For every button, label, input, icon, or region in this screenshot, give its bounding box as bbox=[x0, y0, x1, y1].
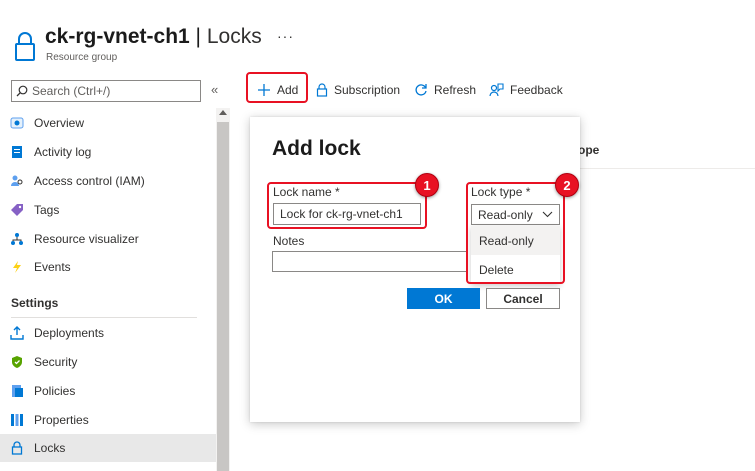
table-header-divider bbox=[578, 168, 755, 169]
visualizer-icon bbox=[10, 232, 24, 246]
sidebar-item-policies[interactable]: Policies bbox=[0, 377, 216, 405]
sidebar-item-label: Tags bbox=[34, 203, 60, 217]
title-separator: | bbox=[195, 25, 202, 48]
activity-log-icon bbox=[10, 145, 24, 159]
cancel-button[interactable]: Cancel bbox=[486, 288, 560, 309]
sidebar-item-label: Access control (IAM) bbox=[34, 174, 145, 188]
resource-lock-icon bbox=[13, 31, 37, 63]
sidebar-search-input[interactable]: Search (Ctrl+/) bbox=[11, 80, 201, 102]
plus-icon bbox=[258, 84, 270, 96]
refresh-label: Refresh bbox=[434, 83, 477, 97]
notes-input[interactable] bbox=[272, 251, 468, 272]
notes-label: Notes bbox=[273, 234, 305, 248]
add-label: Add bbox=[277, 83, 299, 97]
refresh-button[interactable]: Refresh bbox=[414, 80, 476, 100]
callout-2-badge: 2 bbox=[555, 173, 579, 197]
more-options-button[interactable]: ··· bbox=[277, 28, 294, 44]
sidebar-item-events[interactable]: Events bbox=[0, 253, 216, 281]
blade-name: Locks bbox=[206, 25, 262, 48]
feedback-icon bbox=[489, 83, 504, 97]
properties-icon bbox=[10, 413, 24, 427]
lightning-icon bbox=[10, 260, 24, 274]
ok-button[interactable]: OK bbox=[407, 288, 480, 309]
sidebar-item-properties[interactable]: Properties bbox=[0, 406, 216, 434]
search-placeholder: Search (Ctrl+/) bbox=[32, 84, 111, 98]
page-title: ck-rg-vnet-ch1 | Locks bbox=[45, 25, 262, 49]
resource-name: ck-rg-vnet-ch1 bbox=[45, 25, 190, 48]
lock-icon bbox=[10, 441, 24, 455]
sidebar-item-security[interactable]: Security bbox=[0, 348, 216, 376]
add-button[interactable]: Add bbox=[257, 80, 298, 100]
lock-icon bbox=[316, 83, 328, 97]
shield-icon bbox=[10, 355, 24, 369]
sidebar-item-label: Resource visualizer bbox=[34, 232, 139, 246]
iam-icon bbox=[10, 174, 24, 188]
sidebar-item-label: Activity log bbox=[34, 145, 92, 159]
sidebar-item-activity-log[interactable]: Activity log bbox=[0, 138, 216, 166]
scroll-up-arrow-icon[interactable] bbox=[219, 110, 227, 115]
refresh-icon bbox=[415, 84, 427, 96]
scope-column-header[interactable]: ope bbox=[578, 143, 599, 157]
search-icon bbox=[16, 85, 28, 97]
deploy-icon bbox=[10, 326, 24, 340]
resource-type: Resource group bbox=[46, 52, 118, 63]
sidebar-item-deployments[interactable]: Deployments bbox=[0, 319, 216, 347]
sidebar-item-resource-visualizer[interactable]: Resource visualizer bbox=[0, 225, 216, 253]
sidebar-item-label: Overview bbox=[34, 116, 85, 130]
sidebar-item-label: Deployments bbox=[34, 326, 105, 340]
settings-section-header: Settings bbox=[11, 296, 59, 310]
tag-icon bbox=[10, 203, 24, 217]
sidebar-item-label: Security bbox=[34, 355, 78, 369]
callout-1-badge: 1 bbox=[415, 173, 439, 197]
sidebar-item-label: Properties bbox=[34, 413, 89, 427]
feedback-label: Feedback bbox=[510, 83, 563, 97]
subscription-button[interactable]: Subscription bbox=[316, 80, 400, 100]
callout-2-highlight bbox=[466, 182, 565, 284]
sidebar-item-access-control[interactable]: Access control (IAM) bbox=[0, 167, 216, 195]
policy-icon bbox=[10, 384, 24, 398]
overview-icon bbox=[10, 116, 24, 130]
sidebar-item-label: Policies bbox=[34, 384, 76, 398]
settings-divider bbox=[11, 317, 197, 318]
feedback-button[interactable]: Feedback bbox=[489, 80, 563, 100]
sidebar-item-locks[interactable]: Locks bbox=[0, 434, 216, 462]
subscription-label: Subscription bbox=[334, 83, 401, 97]
sidebar-item-overview[interactable]: Overview bbox=[0, 109, 216, 137]
sidebar-scrollbar-thumb[interactable] bbox=[217, 122, 229, 471]
sidebar-item-tags[interactable]: Tags bbox=[0, 196, 216, 224]
dialog-title: Add lock bbox=[272, 137, 361, 160]
sidebar-item-label: Events bbox=[34, 260, 71, 274]
callout-1-highlight bbox=[267, 182, 427, 229]
collapse-sidebar-button[interactable]: « bbox=[211, 82, 218, 97]
sidebar-item-label: Locks bbox=[34, 441, 66, 455]
